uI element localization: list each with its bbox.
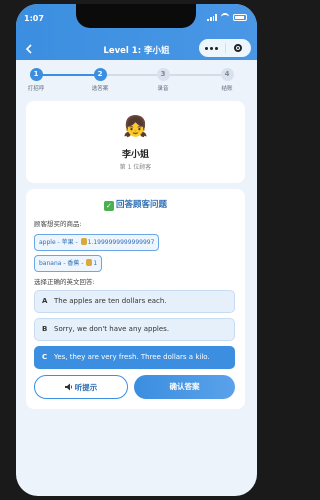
option-b[interactable]: B Sorry, we don't have any apples. (34, 318, 235, 341)
step-label: 选答案 (91, 86, 109, 92)
option-key: A (42, 297, 48, 305)
money-bag-icon (86, 259, 93, 266)
step-label: 录音 (157, 86, 169, 92)
step-number: 4 (220, 68, 234, 81)
option-key: C (42, 353, 48, 361)
question-title: ✓ 回答顾客问题 (26, 198, 245, 211)
step-4: 4 结账 (207, 68, 247, 92)
option-text: Sorry, we don't have any apples. (54, 325, 170, 333)
product-chip-banana: banana - 香蕉 - 1 (34, 255, 103, 272)
customer-card: 👧 李小姐 第 1 位顾客 (26, 101, 245, 183)
step-label: 结账 (221, 86, 233, 92)
customer-name: 李小姐 (121, 150, 149, 160)
product-chip-apple: apple - 苹果 - 1.1999999999999997 (34, 234, 160, 251)
progress-steps: 1 打招呼 2 选答案 3 录音 4 结账 (16, 64, 257, 96)
check-icon: ✓ (103, 201, 114, 211)
more-icon[interactable] (199, 46, 225, 50)
notch (76, 4, 196, 28)
question-card: ✓ 回答顾客问题 顾客想买的商品: apple - 苹果 - 1.19999999… (26, 189, 245, 409)
product-price: 1 (93, 260, 98, 267)
option-text: The apples are ten dollars each. (54, 297, 167, 305)
battery-icon (233, 13, 247, 21)
step-1: 1 打招呼 (16, 68, 56, 92)
customer-subtitle: 第 1 位顾客 (119, 164, 152, 171)
phone-screen: 1:07 Level 1: 李小姐 1 打招呼 2 选答案 3 录音 4 结账 … (16, 4, 257, 496)
miniprogram-capsule (199, 39, 251, 57)
step-3: 3 录音 (143, 68, 183, 92)
product-price: 1.1999999999999997 (87, 239, 155, 246)
signal-icon (207, 13, 217, 21)
customer-avatar-icon: 👧 (123, 114, 148, 138)
product-text: banana - 香蕉 - (39, 260, 86, 267)
step-2: 2 选答案 (80, 68, 120, 92)
option-key: B (42, 325, 48, 333)
confirm-button[interactable]: 确认答案 (134, 375, 235, 399)
question-title-text: 回答顾客问题 (115, 200, 167, 210)
step-label: 打招呼 (27, 86, 45, 92)
step-number: 1 (29, 68, 43, 81)
step-number: 3 (156, 68, 170, 81)
option-text: Yes, they are very fresh. Three dollars … (54, 353, 210, 361)
money-bag-icon (80, 238, 87, 245)
status-time: 1:07 (24, 14, 44, 23)
option-a[interactable]: A The apples are ten dollars each. (34, 290, 235, 313)
status-icons (207, 13, 247, 21)
choose-label: 选择正确的英文回答: (34, 278, 95, 286)
speaker-icon (64, 383, 72, 391)
product-text: apple - 苹果 - (39, 239, 80, 246)
wifi-icon (220, 13, 230, 21)
option-c[interactable]: C Yes, they are very fresh. Three dollars… (34, 346, 235, 369)
step-number: 2 (93, 68, 107, 81)
close-miniprogram-icon[interactable] (226, 44, 252, 52)
confirm-label: 确认答案 (169, 382, 200, 391)
hint-button[interactable]: 听提示 (34, 375, 128, 399)
hint-label: 听提示 (74, 383, 98, 392)
products-label: 顾客想买的商品: (34, 220, 82, 228)
